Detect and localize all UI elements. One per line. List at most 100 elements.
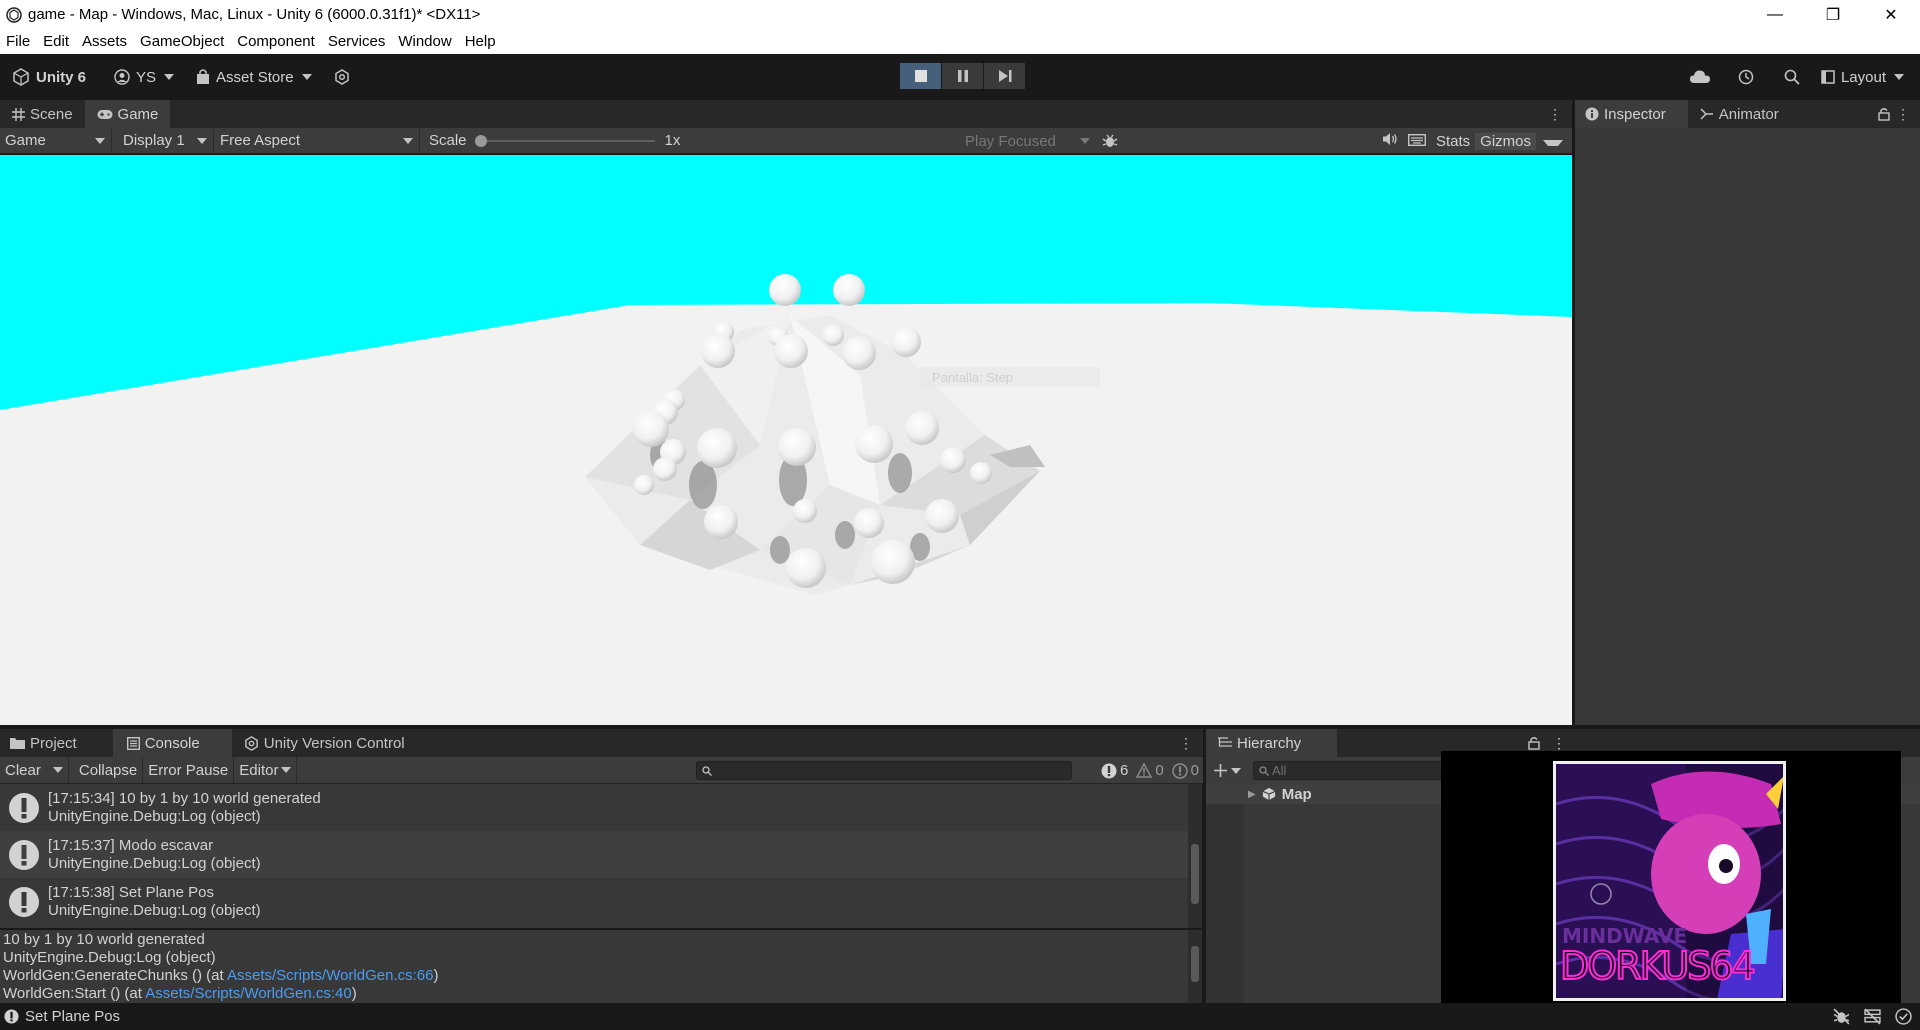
scrollbar-thumb[interactable] xyxy=(1191,946,1199,982)
menu-help[interactable]: Help xyxy=(465,33,496,50)
cloud-button[interactable] xyxy=(1677,70,1723,84)
progress-check-icon[interactable] xyxy=(1895,1008,1912,1025)
gear-icon xyxy=(334,69,349,85)
info-icon xyxy=(1585,107,1599,121)
status-message[interactable]: Set Plane Pos xyxy=(25,1008,120,1025)
asset-store-label: Asset Store xyxy=(216,68,294,86)
scale-slider-handle[interactable] xyxy=(474,134,487,147)
main-toolbar: Unity 6 YS Asset Store Layout xyxy=(0,54,1920,100)
sphere xyxy=(793,499,817,523)
tab-scene[interactable]: Scene xyxy=(0,100,85,128)
view-mode-dropdown[interactable]: Game xyxy=(0,128,112,153)
log-entry[interactable]: [17:15:37] Modo escavar UnityEngine.Debu… xyxy=(0,831,1188,878)
tab-inspector[interactable]: Inspector xyxy=(1575,100,1688,128)
hierarchy-menu-kebab-icon[interactable]: ⋮ xyxy=(1552,735,1566,752)
editor-dropdown[interactable]: Editor xyxy=(234,756,298,784)
keyboard-shortcut-button[interactable] xyxy=(1403,133,1431,150)
minimize-button[interactable]: — xyxy=(1746,0,1804,29)
tab-project[interactable]: Project xyxy=(0,729,113,757)
clear-button[interactable]: Clear xyxy=(0,756,69,784)
chevron-down-icon xyxy=(1894,74,1904,80)
cache-server-icon[interactable] xyxy=(1864,1008,1881,1025)
aspect-label: Free Aspect xyxy=(220,132,301,149)
aspect-dropdown[interactable]: Free Aspect xyxy=(214,128,420,153)
info-message-icon xyxy=(9,839,39,870)
window-title: game - Map - Windows, Mac, Linux - Unity… xyxy=(28,6,481,23)
menu-window[interactable]: Window xyxy=(398,33,451,50)
stack-frame-link[interactable]: Assets/Scripts/WorldGen.cs:66 xyxy=(227,967,433,984)
log-entry[interactable]: [17:15:34] 10 by 1 by 10 world generated… xyxy=(0,784,1188,831)
tab-version-control[interactable]: Unity Version Control xyxy=(232,729,417,757)
detail-scrollbar[interactable] xyxy=(1188,930,1202,1003)
tab-animator[interactable]: Animator xyxy=(1688,100,1791,128)
tab-console[interactable]: Console xyxy=(112,729,232,757)
tab-game[interactable]: Game xyxy=(84,100,171,128)
info-message-icon xyxy=(9,792,39,823)
error-count-toggle[interactable]: 0 xyxy=(1168,762,1203,779)
warning-count-toggle[interactable]: 0 xyxy=(1132,762,1167,779)
close-button[interactable]: ✕ xyxy=(1862,0,1920,29)
sphere xyxy=(653,457,677,481)
view-mode-label: Game xyxy=(5,132,46,149)
menu-gameobject[interactable]: GameObject xyxy=(140,33,224,50)
audio-mute-button[interactable] xyxy=(1377,132,1403,150)
menu-component[interactable]: Component xyxy=(237,33,315,50)
tab-scene-label: Scene xyxy=(30,105,73,123)
stack-frame-link[interactable]: Assets/Scripts/WorldGen.cs:40 xyxy=(145,985,351,1002)
info-message-icon xyxy=(9,886,39,917)
media-overlay: MINDWAVE DORKUS64 xyxy=(1441,751,1901,1009)
scale-slider[interactable] xyxy=(474,134,655,147)
play-mode-dropdown[interactable]: Play Focused xyxy=(960,129,1096,153)
sphere xyxy=(634,475,654,495)
gizmos-dropdown[interactable] xyxy=(1536,133,1572,150)
debug-mode-icon[interactable] xyxy=(1833,1008,1850,1025)
unity-account-button[interactable]: Unity 6 xyxy=(12,68,86,86)
panel-menu-kebab-icon[interactable]: ⋮ xyxy=(1548,106,1562,123)
console-icon xyxy=(126,736,140,750)
lock-icon[interactable] xyxy=(1878,107,1890,121)
expand-arrow-icon[interactable]: ▶ xyxy=(1248,789,1256,800)
gamepad-icon xyxy=(97,109,113,119)
info-count-toggle[interactable]: 6 xyxy=(1097,762,1132,779)
error-pause-button[interactable]: Error Pause xyxy=(143,756,235,784)
search-icon xyxy=(702,766,712,776)
editor-label: Editor xyxy=(239,761,279,779)
detail-stack-line: WorldGen:GenerateChunks () (at Assets/Sc… xyxy=(3,967,1188,985)
log-entry-message: [17:15:38] Set Plane Pos xyxy=(48,883,214,901)
sphere xyxy=(833,274,865,306)
menu-edit[interactable]: Edit xyxy=(43,33,69,50)
bug-icon[interactable] xyxy=(1102,133,1118,149)
cloud-icon xyxy=(1689,70,1710,83)
collapse-button[interactable]: Collapse xyxy=(69,756,144,784)
log-detail-pane: 10 by 1 by 10 world generated UnityEngin… xyxy=(0,930,1188,1003)
restore-button[interactable]: ❐ xyxy=(1804,0,1862,29)
search-button[interactable] xyxy=(1769,69,1815,85)
log-list-scrollbar[interactable] xyxy=(1188,784,1202,928)
game-viewport[interactable]: Pantalla: Step xyxy=(0,155,1572,725)
tab-inspector-label: Inspector xyxy=(1604,105,1666,123)
layout-dropdown[interactable]: Layout xyxy=(1821,69,1904,86)
tab-hierarchy[interactable]: Hierarchy xyxy=(1206,729,1338,757)
history-button[interactable] xyxy=(1723,69,1769,85)
account-dropdown[interactable]: YS xyxy=(114,69,175,86)
gizmos-button[interactable]: Gizmos xyxy=(1475,132,1536,150)
scrollbar-thumb[interactable] xyxy=(1191,844,1199,904)
inspector-menu-kebab-icon[interactable]: ⋮ xyxy=(1896,106,1910,123)
stats-button[interactable]: Stats xyxy=(1431,133,1475,150)
menu-services[interactable]: Services xyxy=(328,33,386,50)
create-dropdown[interactable] xyxy=(1214,764,1241,777)
debug-overlay-text: Pantalla: Step xyxy=(932,370,1013,385)
display-dropdown[interactable]: Display 1 xyxy=(112,128,214,153)
hierarchy-search-input[interactable]: All xyxy=(1253,761,1453,780)
settings-gear-button[interactable] xyxy=(334,69,356,85)
stop-play-button[interactable] xyxy=(900,63,942,89)
menu-file[interactable]: File xyxy=(6,33,30,50)
pause-button[interactable] xyxy=(942,63,984,89)
asset-store-dropdown[interactable]: Asset Store xyxy=(196,69,312,86)
log-entry[interactable]: [17:15:38] Set Plane Pos UnityEngine.Deb… xyxy=(0,878,1188,925)
lock-icon[interactable] xyxy=(1528,736,1540,750)
menu-assets[interactable]: Assets xyxy=(82,33,127,50)
console-menu-kebab-icon[interactable]: ⋮ xyxy=(1179,735,1193,752)
console-search-input[interactable] xyxy=(696,761,1072,780)
step-button[interactable] xyxy=(984,63,1026,89)
